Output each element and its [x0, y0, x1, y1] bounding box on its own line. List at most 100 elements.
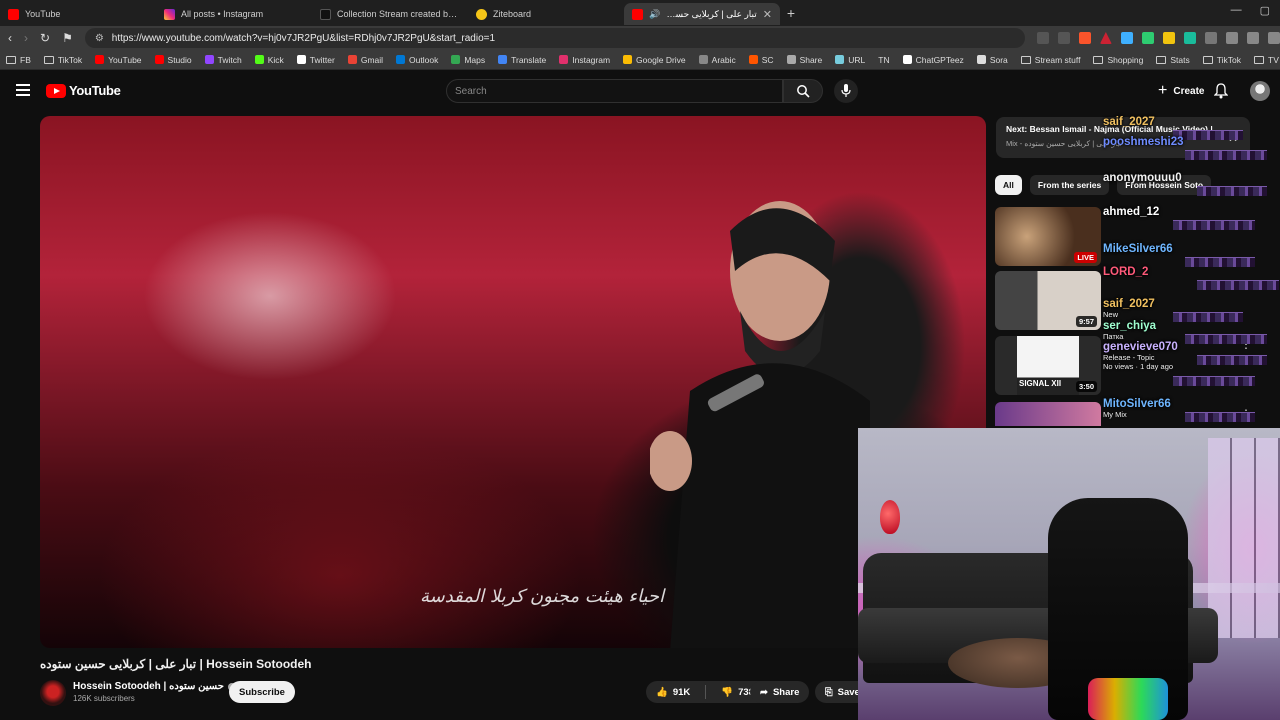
bookmark-label: Stream stuff: [1034, 54, 1081, 65]
bookmark-gmail[interactable]: Gmail: [347, 55, 383, 65]
bookmark-label: Share: [799, 54, 823, 65]
account-avatar[interactable]: [1250, 81, 1270, 101]
bookmark-translate[interactable]: Translate: [498, 55, 546, 65]
voice-search-button[interactable]: [834, 79, 858, 103]
microphone-icon: [841, 84, 851, 97]
rewards-icon[interactable]: [1099, 32, 1112, 44]
bookmark-tv[interactable]: TV: [1254, 55, 1279, 65]
extension-screen-icon[interactable]: [1204, 32, 1217, 44]
channel-avatar[interactable]: [40, 680, 66, 706]
folder-icon: [43, 55, 54, 64]
wallet-icon[interactable]: [1267, 32, 1280, 44]
thumbs-down-icon: 👎: [721, 686, 734, 698]
bookmark-stream-stuff[interactable]: Stream stuff: [1020, 54, 1081, 65]
url-text: https://www.youtube.com/watch?v=hj0v7JR2…: [111, 32, 496, 44]
youtube-logo[interactable]: YouTube: [46, 83, 121, 98]
tab-current-video[interactable]: 🔊 تبار علی | کربلایی حسین ستوده ✕: [624, 3, 780, 25]
bookmark-share[interactable]: Share: [786, 54, 823, 65]
bookmark-label: TN: [878, 54, 890, 65]
ziteboard-favicon-icon: [476, 8, 487, 20]
save-button[interactable]: ⎘ Save: [815, 681, 860, 703]
up-next-card[interactable]: Next: Bessan Ismail - Najma (Official Mu…: [996, 117, 1250, 158]
search-button[interactable]: [783, 79, 823, 103]
tab-youtube[interactable]: YouTube: [0, 3, 156, 25]
extension-blue-icon[interactable]: [1120, 32, 1133, 44]
recommendation-thumbnail[interactable]: 9:57: [995, 271, 1101, 330]
tab-title: تبار علی | کربلایی حسین ستوده: [666, 8, 757, 19]
bookmark-icon[interactable]: ⚑: [62, 31, 73, 45]
maximize-icon[interactable]: ▢: [1260, 4, 1270, 17]
chat-emote-strip: [1197, 280, 1279, 290]
bookmark-studio[interactable]: Studio: [154, 55, 192, 65]
bookmark-shopping[interactable]: Shopping: [1093, 55, 1143, 65]
duration-badge: 3:50: [1075, 381, 1097, 392]
speaker-icon[interactable]: 🔊: [649, 9, 660, 20]
chat-text: Патка: [1103, 332, 1124, 341]
bookmark-fb[interactable]: FB: [6, 55, 31, 65]
notifications-bell-icon[interactable]: [1214, 83, 1228, 99]
share-button[interactable]: ➦ Share: [750, 681, 810, 703]
kick-icon: [254, 55, 264, 64]
minimize-icon[interactable]: —: [1231, 4, 1242, 17]
forward-icon[interactable]: ›: [24, 31, 28, 45]
extension-teal-icon[interactable]: [1183, 32, 1196, 44]
recommendation-thumbnail[interactable]: SIGNAL XII 3:50: [995, 336, 1101, 395]
subscribe-button[interactable]: Subscribe: [229, 681, 295, 703]
maps-icon: [451, 55, 461, 64]
bookmark-chatgpteez[interactable]: ChatGPTeez: [902, 54, 964, 65]
channel-name-text: Hossein Sotoodeh | حسین ستوده: [73, 681, 224, 692]
close-tab-icon[interactable]: ✕: [763, 8, 772, 21]
instagram-favicon-icon: [164, 8, 175, 20]
channel-name[interactable]: Hossein Sotoodeh | حسین ستوده: [73, 681, 236, 692]
bookmark-instagram[interactable]: Instagram: [559, 55, 610, 65]
tab-collection-stream[interactable]: Collection Stream created by kosay.l: [312, 3, 468, 25]
cast-icon[interactable]: [1036, 32, 1049, 44]
extensions-puzzle-icon[interactable]: [1225, 32, 1238, 44]
bookmark-outlook[interactable]: Outlook: [396, 55, 438, 65]
create-button[interactable]: + Create: [1148, 80, 1215, 102]
more-options-icon[interactable]: ⋮: [1240, 337, 1252, 351]
site-settings-icon[interactable]: ⚙: [95, 33, 104, 44]
search-input[interactable]: Search: [446, 79, 783, 103]
new-tab-button[interactable]: +: [780, 5, 802, 21]
reload-icon[interactable]: ↻: [40, 31, 50, 45]
extension-green-icon[interactable]: [1141, 32, 1154, 44]
like-button[interactable]: 👍 91K: [646, 681, 700, 703]
close-icon[interactable]: ✕: [1228, 131, 1238, 145]
chip-from-channel[interactable]: From Hossein Soto: [1117, 175, 1212, 195]
bookmark-label: TikTok: [57, 54, 83, 65]
back-icon[interactable]: ‹: [8, 31, 12, 45]
bookmark-stats[interactable]: Stats: [1156, 55, 1190, 65]
extension-yellow-icon[interactable]: [1162, 32, 1175, 44]
share-arrow-icon: ➦: [760, 686, 768, 698]
brave-shield-icon[interactable]: [1078, 32, 1091, 44]
bookmark-twitter[interactable]: Twitter: [296, 55, 335, 65]
bookmark-kick[interactable]: Kick: [254, 55, 284, 65]
chip-from-series[interactable]: From the series: [1029, 175, 1110, 195]
bookmark-label: ChatGPTeez: [915, 54, 964, 65]
bookmark-tiktok[interactable]: TikTok: [43, 54, 83, 65]
bookmark-label: URL: [848, 54, 866, 65]
bookmark-sc[interactable]: SC: [748, 55, 774, 65]
share-page-icon[interactable]: [1057, 32, 1070, 44]
bookmark-maps[interactable]: Maps: [451, 55, 485, 65]
recommendation-thumbnail[interactable]: [995, 402, 1101, 426]
more-options-icon[interactable]: ⋮: [1240, 407, 1252, 421]
menu-icon[interactable]: [16, 84, 30, 96]
bookmark-google-drive[interactable]: Google Drive: [623, 55, 686, 65]
bookmark-youtube[interactable]: YouTube: [95, 55, 142, 65]
bookmark-tiktok[interactable]: TikTok: [1202, 55, 1241, 65]
video-player[interactable]: احیاء هیئت مجنون کربلا المقدسة: [40, 116, 986, 648]
bookmark-arabic[interactable]: Arabic: [698, 55, 736, 65]
bookmark-twitch[interactable]: Twitch: [204, 55, 242, 65]
url-field[interactable]: ⚙ https://www.youtube.com/watch?v=hj0v7J…: [84, 28, 1025, 48]
recommendation-thumbnail[interactable]: LIVE: [995, 207, 1101, 266]
bookmark-tn[interactable]: TN: [878, 55, 889, 65]
tab-instagram[interactable]: All posts • Instagram: [156, 3, 312, 25]
bookmark-url[interactable]: URL: [835, 55, 865, 65]
bookmark-sora[interactable]: Sora: [976, 55, 1008, 65]
sidebar-icon[interactable]: [1246, 32, 1259, 44]
tab-ziteboard[interactable]: Ziteboard: [468, 3, 624, 25]
live-badge: LIVE: [1074, 252, 1097, 263]
chip-all[interactable]: All: [995, 175, 1022, 195]
